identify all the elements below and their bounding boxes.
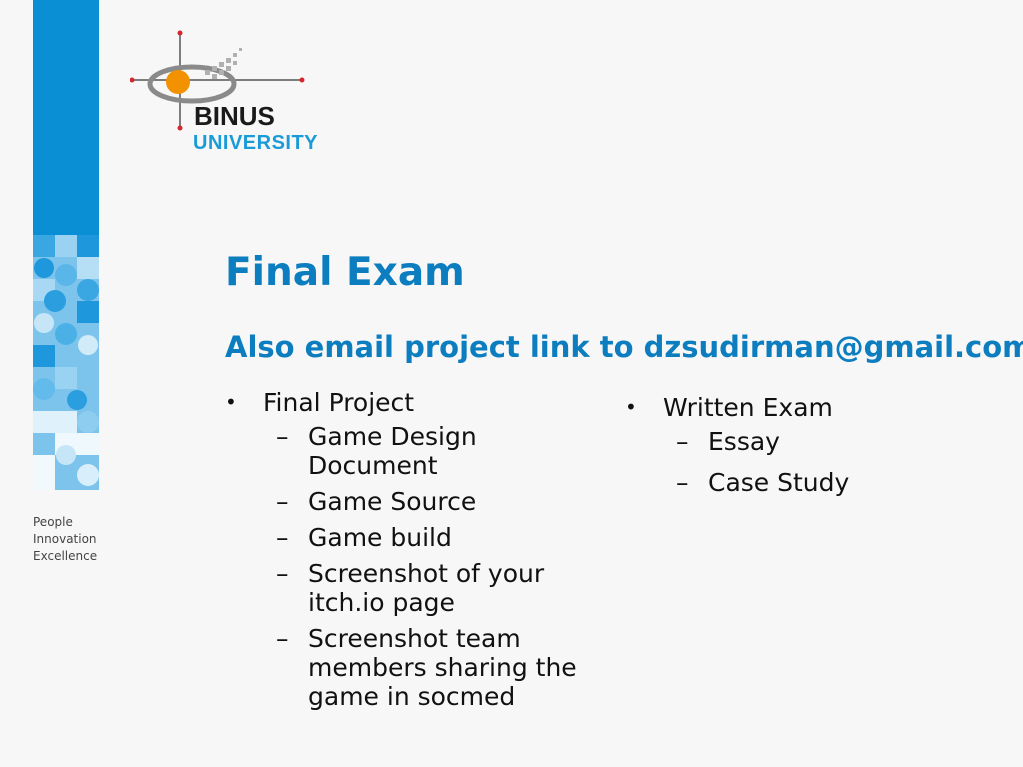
- bullet-heading: Final Project: [263, 388, 415, 417]
- tagline-line: Innovation: [33, 532, 97, 546]
- brand-strip: [33, 0, 99, 490]
- sub-item-text: Essay: [708, 427, 780, 456]
- sub-item: – Game build: [225, 523, 585, 552]
- dash-icon: –: [276, 523, 289, 552]
- sub-item-text: Game Source: [308, 487, 477, 516]
- sub-item-text: Game build: [308, 523, 452, 552]
- final-project-sublist: – Game Design Document – Game Source – Game…: [225, 422, 585, 711]
- bullet-item: • Written Exam: [625, 393, 955, 422]
- bullet-item: • Final Project: [225, 388, 585, 417]
- brand-strip-solid: [33, 0, 99, 235]
- sub-item: – Game Source: [225, 487, 585, 516]
- sub-item-text: Case Study: [708, 468, 850, 497]
- logo-university-text: UNIVERSITY: [193, 132, 318, 154]
- written-exam-sublist: – Essay – Case Study: [625, 427, 955, 497]
- dash-icon: –: [676, 468, 689, 497]
- dash-icon: –: [276, 422, 289, 451]
- dash-icon: –: [276, 559, 289, 588]
- logo-binus-text: BINUS: [194, 101, 275, 131]
- sub-item: – Case Study: [625, 468, 955, 497]
- dash-icon: –: [276, 624, 289, 653]
- bullet-icon: •: [225, 390, 237, 414]
- dash-icon: –: [276, 487, 289, 516]
- brand-strip-mosaic: [33, 235, 99, 490]
- sub-item-text: Screenshot of your itch.io page: [308, 559, 545, 617]
- tagline-line: People: [33, 515, 73, 529]
- bullet-icon: •: [625, 395, 637, 419]
- sub-item: – Screenshot of your itch.io page: [225, 559, 585, 617]
- binus-university-logo: BINUS UNIVERSITY: [130, 30, 318, 154]
- tagline-line: Excellence: [33, 549, 98, 563]
- written-exam-column: • Written Exam – Essay – Case Study: [625, 393, 955, 509]
- slide-title: Final Exam: [225, 250, 465, 295]
- bullet-heading: Written Exam: [663, 393, 833, 422]
- slide-subtitle: Also email project link to dzsudirman@gm…: [225, 330, 1023, 364]
- brand-tagline: People Innovation Excellence: [33, 514, 97, 565]
- sub-item: – Essay: [625, 427, 955, 456]
- sub-item: – Game Design Document: [225, 422, 585, 480]
- sub-item-text: Screenshot team members sharing the game…: [308, 624, 577, 711]
- sub-item-text: Game Design Document: [308, 422, 477, 480]
- sub-item: – Screenshot team members sharing the gam…: [225, 624, 585, 711]
- final-project-column: • Final Project – Game Design Document – G…: [225, 388, 585, 718]
- dash-icon: –: [676, 427, 689, 456]
